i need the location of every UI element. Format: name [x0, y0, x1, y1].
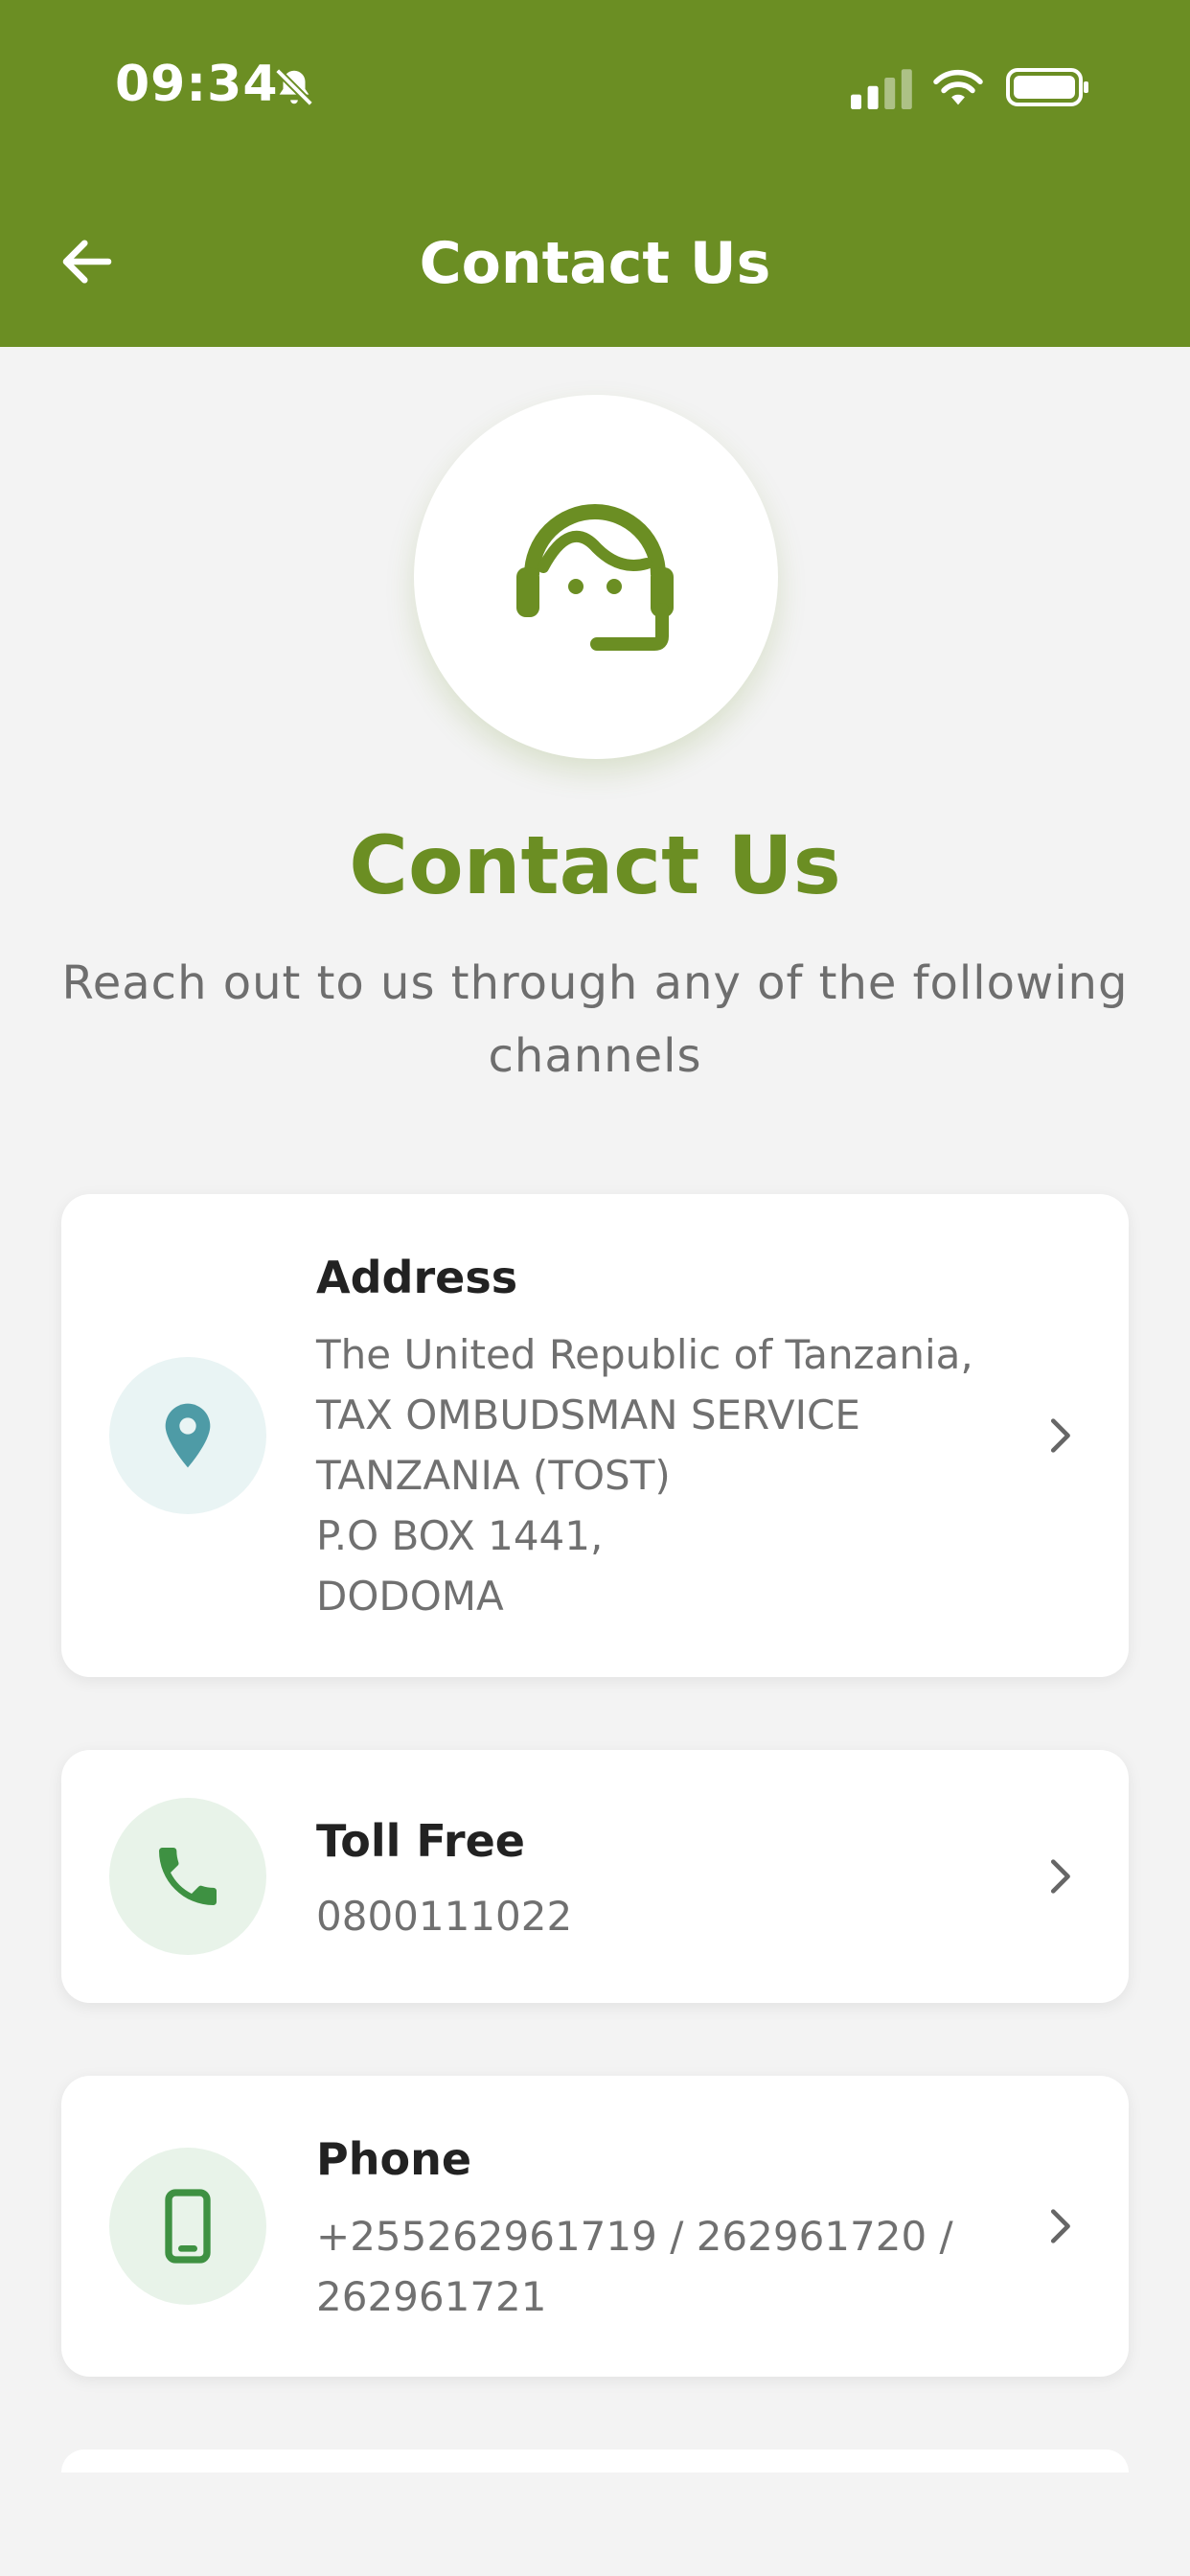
wifi-icon	[933, 69, 983, 105]
toll-free-card[interactable]: Toll Free 0800111022	[61, 1750, 1129, 2003]
address-value: The United Republic of Tanzania, TAX OMB…	[316, 1324, 1064, 1626]
toll-free-icon-circle	[109, 1798, 266, 1955]
address-line: TANZANIA (TOST)	[316, 1452, 671, 1499]
status-time: 09:34	[115, 56, 279, 113]
address-line: P.O BOX 1441,	[316, 1512, 604, 1559]
app-header: 09:34 Contact Us	[0, 0, 1190, 347]
chevron-right-icon	[1050, 1418, 1070, 1453]
address-card[interactable]: Address The United Republic of Tanzania,…	[61, 1194, 1129, 1677]
phone-line: 262961721	[316, 2273, 547, 2320]
address-line: DODOMA	[316, 1573, 504, 1620]
chevron-right-icon	[1050, 1859, 1070, 1894]
next-card-partial[interactable]	[61, 2450, 1129, 2472]
cell-signal-icon	[851, 69, 912, 109]
toll-free-label: Toll Free	[316, 1815, 525, 1867]
toll-free-value: 0800111022	[316, 1893, 573, 1940]
phone-label: Phone	[316, 2133, 472, 2185]
address-line: The United Republic of Tanzania,	[316, 1331, 973, 1378]
phone-card[interactable]: Phone +255262961719 / 262961720 / 262961…	[61, 2076, 1129, 2377]
bell-off-icon	[275, 68, 313, 106]
page-subtitle: Reach out to us through any of the follo…	[61, 956, 1129, 1083]
address-line: TAX OMBUDSMAN SERVICE	[316, 1392, 860, 1438]
support-agent-icon	[516, 504, 674, 651]
chevron-right-icon	[1050, 2209, 1070, 2243]
address-label: Address	[316, 1252, 518, 1303]
address-icon-circle	[109, 1357, 266, 1514]
phone-line: +255262961719 / 262961720 /	[316, 2213, 953, 2260]
page-title: Contact Us	[349, 818, 841, 912]
mobile-phone-icon	[165, 2189, 211, 2264]
location-pin-icon	[165, 1403, 211, 1468]
battery-icon	[1006, 68, 1088, 106]
phone-icon-circle	[109, 2148, 266, 2305]
header-title: Contact Us	[419, 230, 771, 297]
phone-handset-icon	[159, 1848, 217, 1905]
phone-value: +255262961719 / 262961720 / 262961721	[316, 2206, 1064, 2327]
